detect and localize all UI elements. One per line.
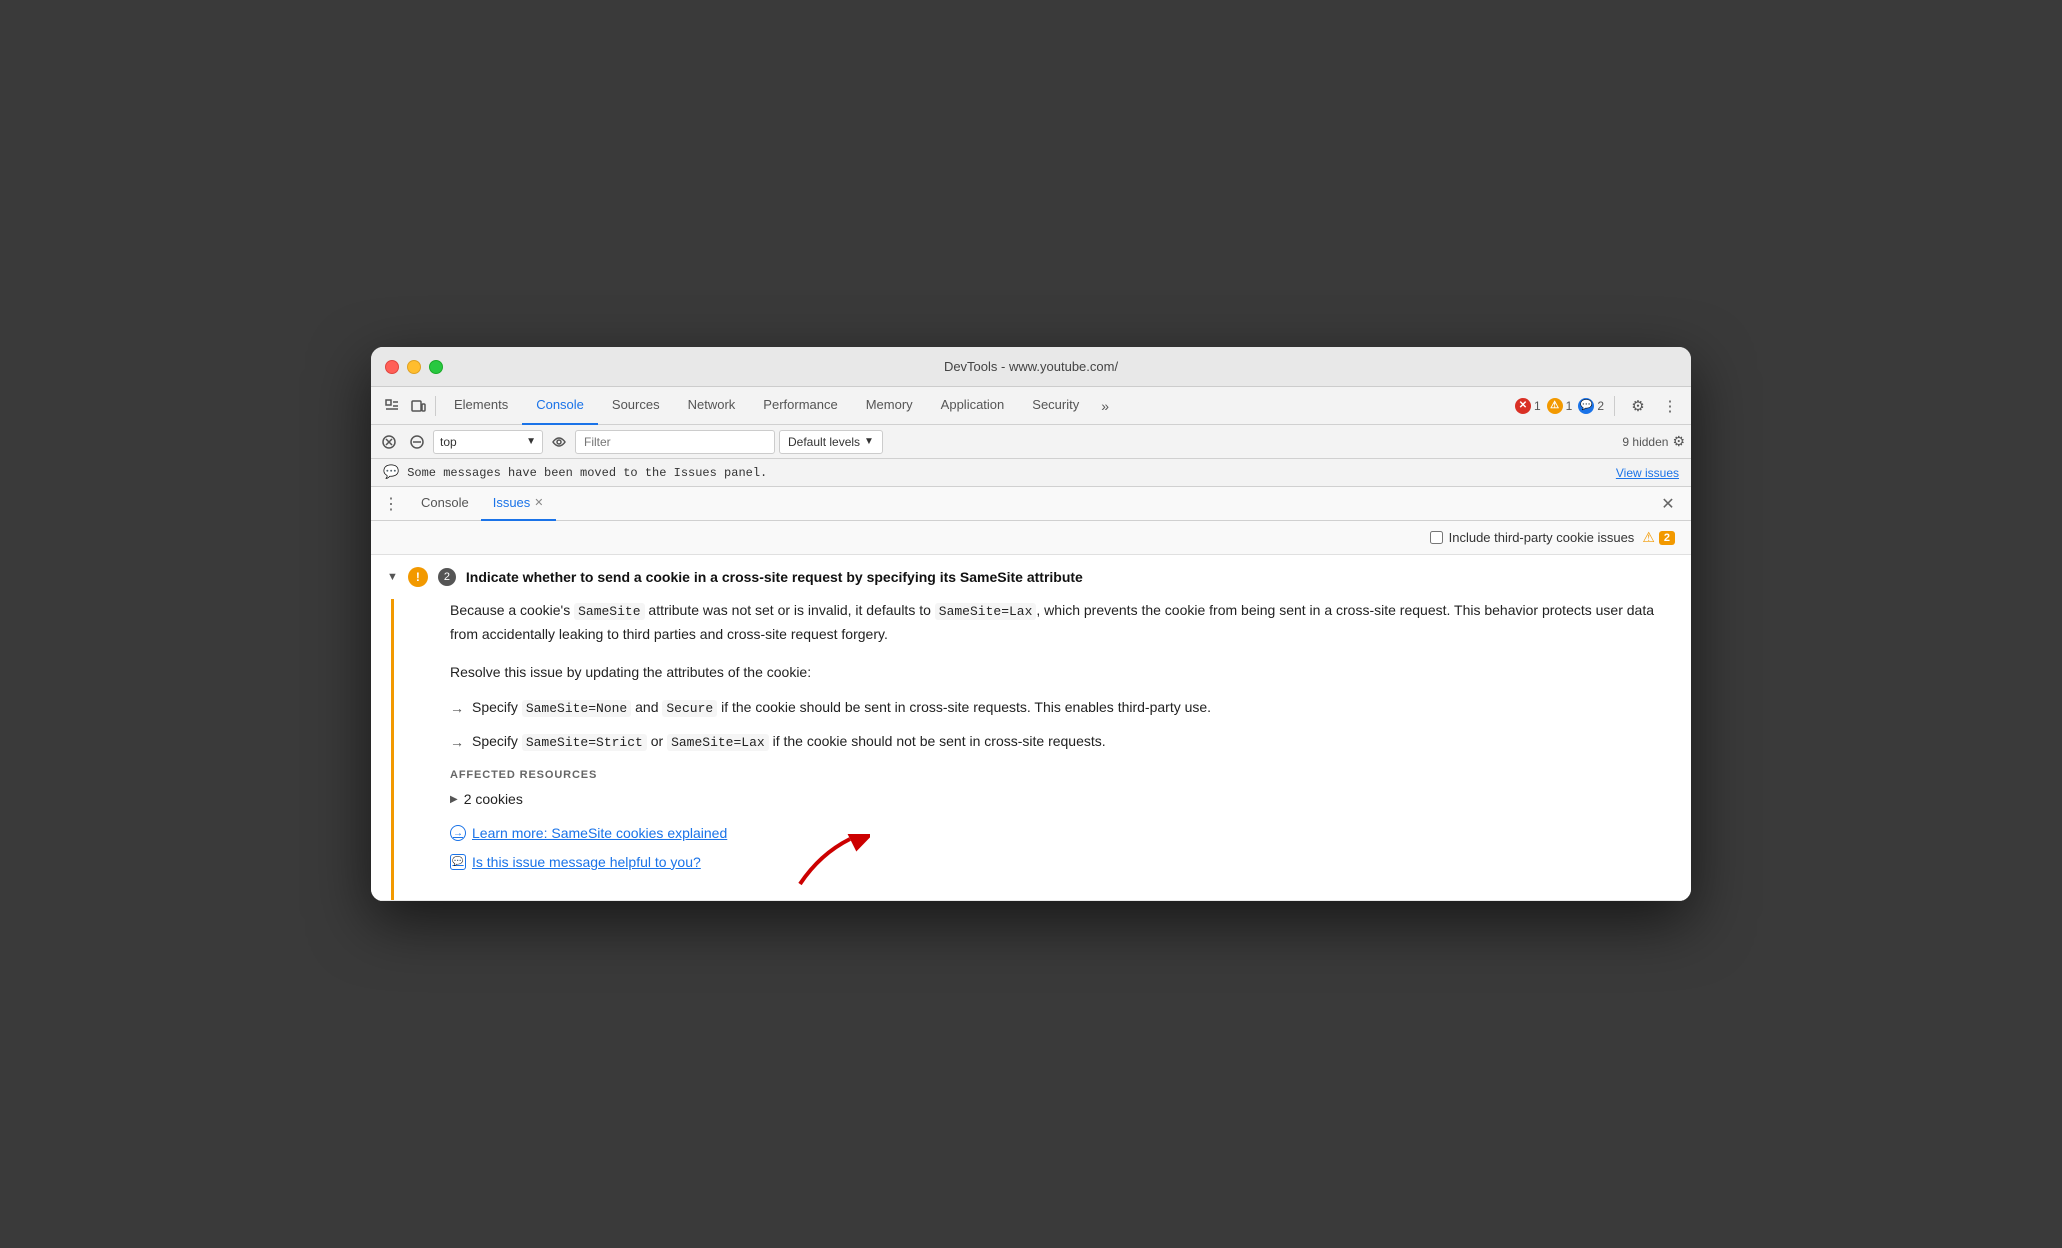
tab-issues-sub[interactable]: Issues ✕ (481, 487, 556, 521)
bullet-arrow-1-icon: → (450, 697, 464, 719)
bullet-1: → Specify SameSite=None and Secure if th… (450, 696, 1675, 720)
third-party-checkbox[interactable] (1430, 531, 1443, 544)
devtools-window: DevTools - www.youtube.com/ Elements Con… (371, 347, 1691, 901)
samesite-none-code: SameSite=None (522, 700, 631, 717)
resolve-text: Resolve this issue by updating the attri… (450, 661, 1675, 683)
tab-network[interactable]: Network (674, 387, 750, 425)
samesite-lax-code: SameSite=Lax (935, 603, 1037, 620)
learn-more-icon: → (450, 825, 466, 841)
secure-code: Secure (662, 700, 717, 717)
traffic-lights (385, 360, 443, 374)
inspector-icon[interactable] (379, 393, 405, 419)
tab-memory[interactable]: Memory (852, 387, 927, 425)
issues-count-badge: ⚠ 2 (1642, 529, 1675, 546)
view-issues-link[interactable]: View issues (1616, 466, 1679, 480)
more-options-icon[interactable]: ⋮ (1657, 393, 1683, 419)
warning-icon: ⚠ (1547, 398, 1563, 414)
error-badge[interactable]: ✕ 1 (1515, 398, 1541, 414)
red-arrow-annotation (790, 834, 870, 894)
samesite-lax-code-2: SameSite=Lax (667, 734, 769, 751)
tab-security[interactable]: Security (1018, 387, 1093, 425)
no-symbol-button[interactable] (405, 430, 429, 454)
cookie-resource-item[interactable]: ▶ 2 cookies (450, 789, 1675, 809)
sub-tabs: ⋮ Console Issues ✕ ✕ (371, 487, 1691, 521)
tab-performance[interactable]: Performance (749, 387, 851, 425)
message-icon: 💬 (1578, 398, 1594, 414)
issue-title: Indicate whether to send a cookie in a c… (466, 569, 1083, 585)
tab-application[interactable]: Application (927, 387, 1019, 425)
levels-arrow-icon: ▼ (864, 436, 874, 447)
feedback-link[interactable]: 💬 Is this issue message helpful to you? (450, 854, 701, 870)
tab-elements[interactable]: Elements (440, 387, 522, 425)
bullet-arrow-2-icon: → (450, 731, 464, 753)
tab-console-sub[interactable]: Console (409, 487, 481, 521)
feedback-icon: 💬 (450, 854, 466, 870)
feedback-section: 💬 Is this issue message helpful to you? (450, 854, 701, 880)
badge-sep (1614, 396, 1615, 416)
warning-count-icon: ⚠ (1642, 529, 1655, 546)
tab-console[interactable]: Console (522, 387, 598, 425)
context-selector[interactable]: top ▼ (433, 430, 543, 454)
filter-input[interactable] (575, 430, 775, 454)
maximize-button[interactable] (429, 360, 443, 374)
issues-banner-icon: 💬 (383, 465, 399, 480)
samesite-code-1: SameSite (574, 603, 644, 620)
third-party-checkbox-label[interactable]: Include third-party cookie issues (1430, 530, 1635, 545)
console-toolbar: top ▼ Default levels ▼ 9 hidden ⚙ (371, 425, 1691, 459)
error-icon: ✕ (1515, 398, 1531, 414)
settings-icon[interactable]: ⚙ (1625, 393, 1651, 419)
device-toggle-icon[interactable] (405, 393, 431, 419)
log-levels-button[interactable]: Default levels ▼ (779, 430, 883, 454)
issue-body: Because a cookie's SameSite attribute wa… (391, 599, 1691, 900)
hidden-count: 9 hidden ⚙ (1622, 433, 1685, 450)
issues-banner: 💬 Some messages have been moved to the I… (371, 459, 1691, 487)
hidden-settings-icon[interactable]: ⚙ (1672, 433, 1685, 450)
message-badge[interactable]: 💬 2 (1578, 398, 1604, 414)
learn-more-link[interactable]: → Learn more: SameSite cookies explained (450, 825, 1675, 841)
issue-warning-icon: ! (408, 567, 428, 587)
issues-header: Include third-party cookie issues ⚠ 2 (371, 521, 1691, 555)
samesite-strict-code: SameSite=Strict (522, 734, 647, 751)
resource-chevron-icon: ▶ (450, 794, 458, 805)
bullet-2: → Specify SameSite=Strict or SameSite=La… (450, 730, 1675, 754)
close-issues-tab-icon[interactable]: ✕ (534, 496, 543, 509)
separator (435, 396, 436, 416)
eye-button[interactable] (547, 430, 571, 454)
affected-label: AFFECTED RESOURCES (450, 769, 1675, 781)
issues-banner-message: 💬 Some messages have been moved to the I… (383, 465, 767, 480)
issue-count-num: 2 (438, 568, 456, 586)
title-bar: DevTools - www.youtube.com/ (371, 347, 1691, 387)
close-panel-button[interactable]: ✕ (1655, 491, 1681, 517)
clear-console-button[interactable] (377, 430, 401, 454)
more-tabs-button[interactable]: » (1093, 398, 1117, 414)
sub-tabs-menu-icon[interactable]: ⋮ (381, 494, 401, 514)
affected-resources: AFFECTED RESOURCES ▶ 2 cookies (450, 769, 1675, 809)
issue-chevron-icon[interactable]: ▼ (387, 571, 398, 583)
issue-header[interactable]: ▼ ! 2 Indicate whether to send a cookie … (371, 555, 1691, 599)
nav-tabs: Elements Console Sources Network Perform… (371, 387, 1691, 425)
context-arrow-icon: ▼ (526, 436, 536, 447)
issue-description: Because a cookie's SameSite attribute wa… (450, 599, 1675, 645)
content-area: ▼ ! 2 Indicate whether to send a cookie … (371, 555, 1691, 901)
window-title: DevTools - www.youtube.com/ (944, 359, 1118, 374)
issue-count-number: 2 (1659, 531, 1675, 545)
tab-sources[interactable]: Sources (598, 387, 674, 425)
minimize-button[interactable] (407, 360, 421, 374)
badge-area: ✕ 1 ⚠ 1 💬 2 ⚙ ⋮ (1515, 393, 1683, 419)
close-button[interactable] (385, 360, 399, 374)
issue-item: ▼ ! 2 Indicate whether to send a cookie … (371, 555, 1691, 901)
warning-badge[interactable]: ⚠ 1 (1547, 398, 1573, 414)
